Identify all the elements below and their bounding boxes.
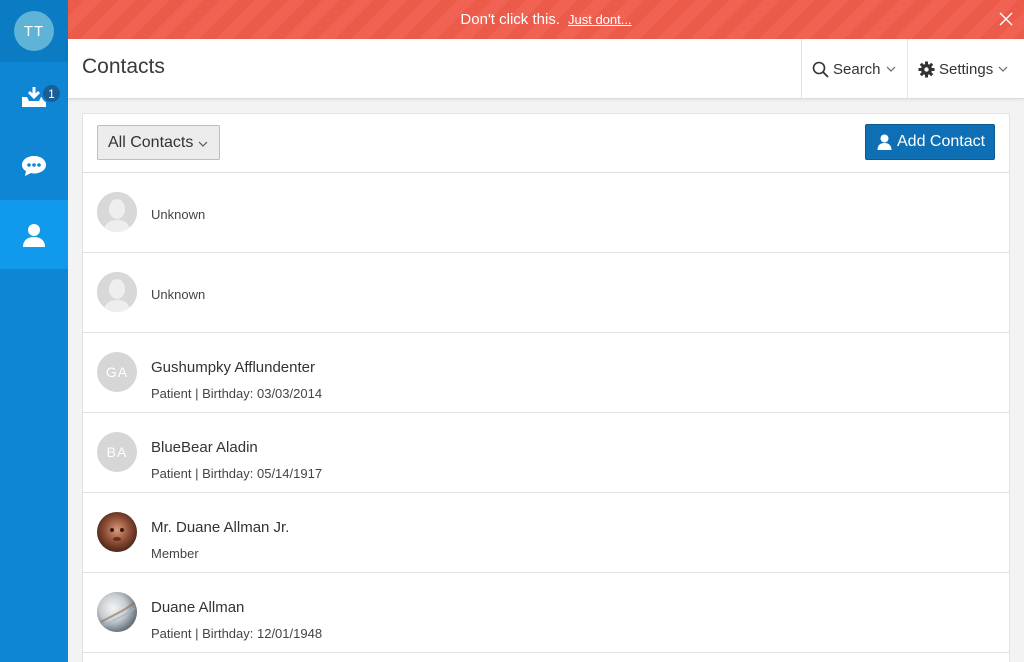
chevron-down-icon: [886, 66, 895, 72]
avatar: [97, 192, 137, 232]
contact-name: BlueBear Aladin: [151, 439, 258, 456]
search-icon: [812, 61, 829, 78]
filter-label: All Contacts: [108, 133, 194, 151]
planet-photo-icon: [97, 592, 137, 632]
contact-row[interactable]: Duane Allman Patient | Birthday: 12/01/1…: [83, 573, 1009, 653]
face-photo-icon: [97, 512, 137, 552]
chevron-down-icon: [198, 141, 208, 147]
contact-filter-dropdown[interactable]: All Contacts: [97, 125, 220, 160]
contact-name: Unknown: [151, 207, 206, 222]
banner-link[interactable]: Just dont...: [568, 12, 632, 27]
contact-row[interactable]: Unknown: [83, 173, 1009, 253]
close-icon[interactable]: [998, 11, 1014, 27]
banner-message: Don't click this.: [460, 11, 560, 28]
add-contact-button[interactable]: Add Contact: [865, 124, 995, 160]
avatar-initials: BA: [97, 432, 137, 472]
person-silhouette-icon: [97, 192, 137, 232]
contacts-toolbar: All Contacts Add Contact: [83, 114, 1009, 173]
contact-row[interactable]: Unknown: [83, 253, 1009, 333]
contact-name: Gushumpky Afflundenter: [151, 359, 315, 376]
add-contact-label: Add Contact: [897, 133, 986, 150]
sidebar-item-inbox[interactable]: 1: [0, 62, 68, 131]
page-title: Contacts: [82, 55, 165, 78]
page-header: Contacts Search Settings: [68, 39, 1024, 99]
sidebar-item-messages[interactable]: [0, 131, 68, 200]
avatar-photo: [97, 512, 137, 552]
user-icon: [23, 223, 45, 247]
inbox-badge: 1: [41, 83, 62, 104]
chat-bubble-icon: [22, 155, 46, 176]
gear-icon: [918, 61, 935, 77]
contact-row[interactable]: Mr. Duane Allman Jr. Member: [83, 493, 1009, 573]
user-avatar[interactable]: TT: [14, 11, 54, 51]
settings-label: Settings: [939, 60, 994, 78]
avatar: [97, 272, 137, 312]
user-icon: [877, 134, 892, 150]
contact-details: Member: [151, 546, 199, 561]
contacts-panel: All Contacts Add Contact Unknown Unknown…: [82, 113, 1010, 662]
contact-details: Patient | Birthday: 12/01/1948: [151, 626, 323, 641]
person-silhouette-icon: [97, 272, 137, 312]
avatar-photo: [97, 592, 137, 632]
contact-details: Patient | Birthday: 03/03/2014: [151, 386, 323, 401]
user-avatar-container: TT: [0, 0, 68, 62]
alert-banner: Don't click this. Just dont...: [68, 0, 1024, 39]
avatar-initials: GA: [97, 352, 137, 392]
search-button[interactable]: Search: [801, 39, 907, 99]
contact-name: Duane Allman: [151, 599, 245, 616]
contact-row[interactable]: BA BlueBear Aladin Patient | Birthday: 0…: [83, 413, 1009, 493]
contact-name: Unknown: [151, 287, 206, 302]
search-label: Search: [833, 60, 881, 78]
sidebar-item-contacts[interactable]: [0, 200, 68, 269]
contact-name: Mr. Duane Allman Jr.: [151, 519, 290, 536]
chevron-down-icon: [998, 66, 1008, 72]
sidebar: TT 1: [0, 0, 68, 662]
settings-button[interactable]: Settings: [907, 39, 1024, 99]
contact-row[interactable]: GA Gushumpky Afflundenter Patient | Birt…: [83, 333, 1009, 413]
contact-details: Patient | Birthday: 05/14/1917: [151, 466, 323, 481]
